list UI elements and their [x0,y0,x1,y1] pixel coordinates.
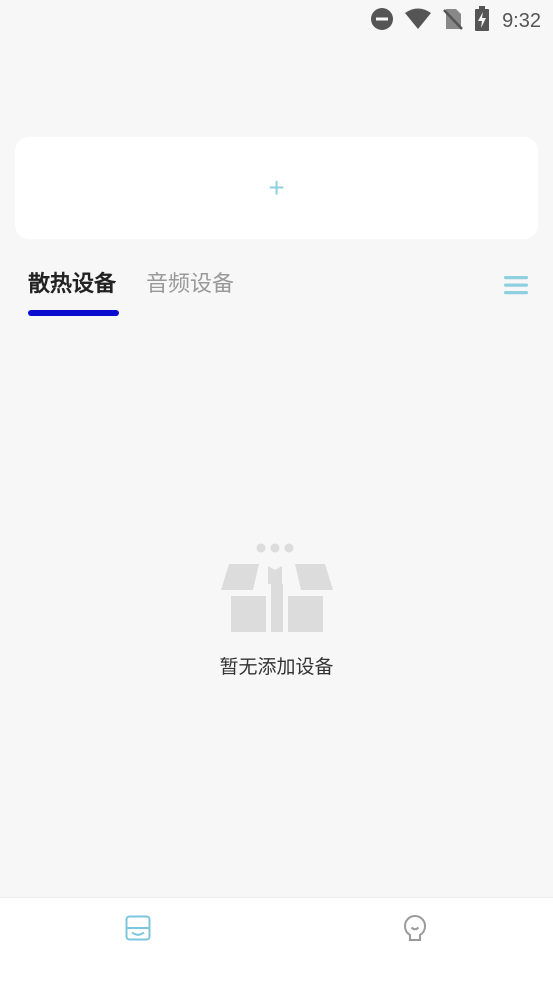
empty-state: 暂无添加设备 [0,540,553,679]
battery-charging-icon [474,6,490,36]
bottom-navigation [0,897,553,984]
menu-icon [503,276,529,300]
tab-cooling-devices[interactable]: 散热设备 [28,264,119,316]
tab-label: 散热设备 [28,272,117,297]
add-icon: + [268,172,285,203]
empty-state-text: 暂无添加设备 [219,656,334,678]
status-icons: 9:32 [370,6,541,36]
menu-button[interactable] [503,274,529,296]
status-bar: 9:32 [0,0,553,38]
wifi-icon [404,8,432,34]
add-device-card[interactable]: + [15,137,538,239]
empty-box-icon [220,540,333,640]
device-tabs: 散热设备 音频设备 [28,264,234,316]
nav-item-devices[interactable] [118,910,158,950]
status-time: 9:32 [502,9,541,32]
tab-active-indicator [28,310,119,316]
nav-item-profile[interactable] [395,910,435,950]
do-not-disturb-icon [370,7,394,35]
no-sim-icon [442,7,464,35]
tab-audio-devices[interactable]: 音频设备 [146,264,234,306]
profile-icon [403,914,427,946]
device-tray-icon [125,915,151,945]
tab-label: 音频设备 [146,272,235,297]
